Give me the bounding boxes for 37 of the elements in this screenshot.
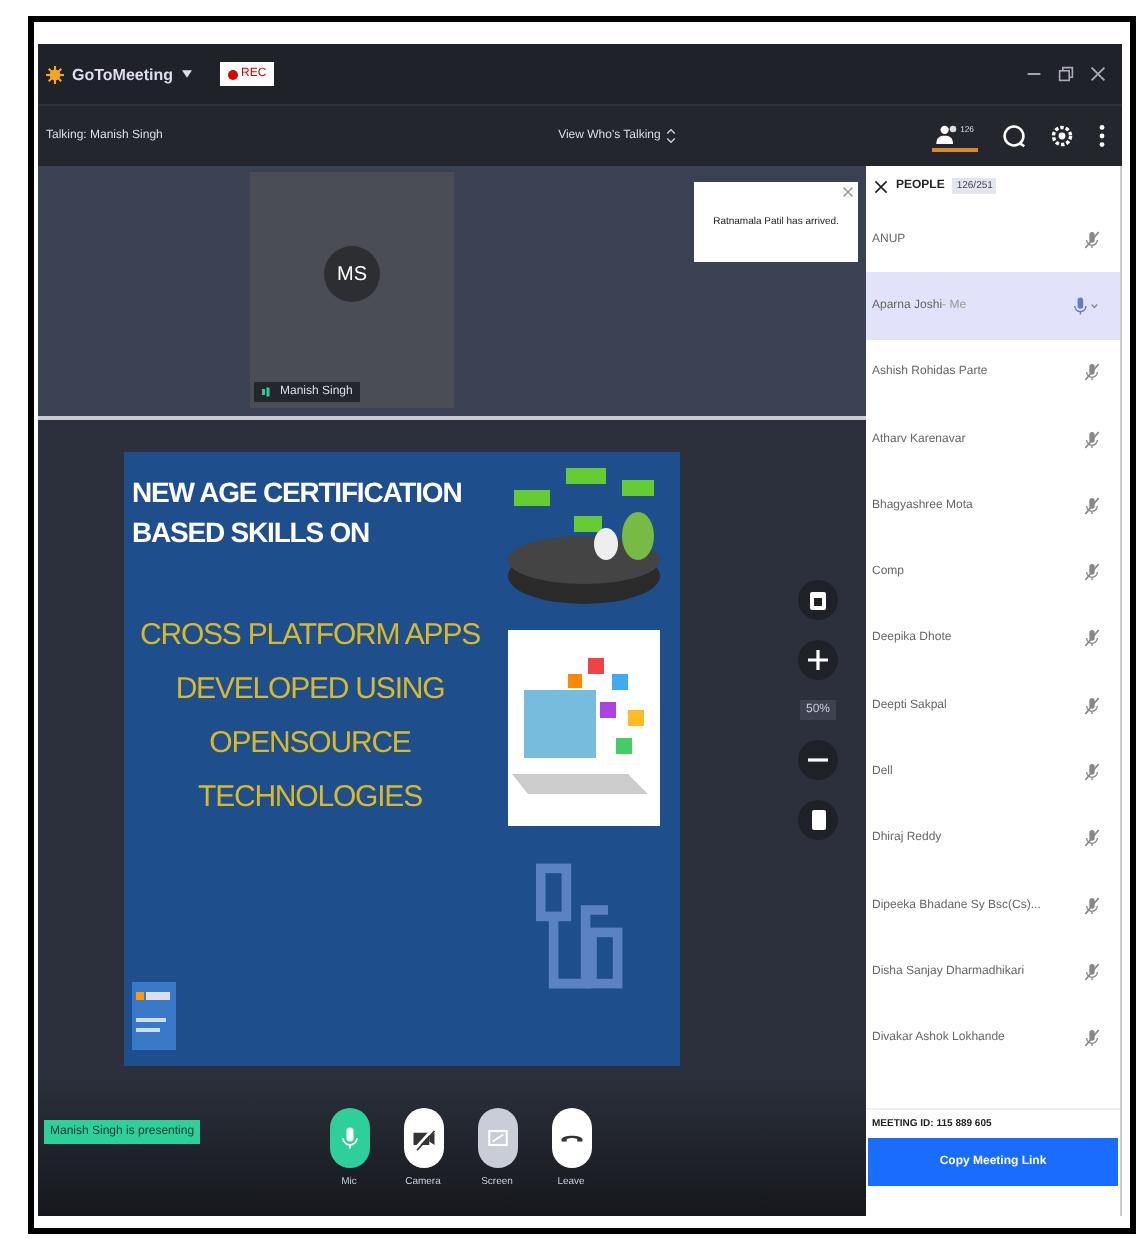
zoom-in-icon[interactable] bbox=[798, 640, 838, 680]
slide-body-text: CROSS PLATFORM APPS DEVELOPED USING OPENSOURCE TECHNOLOGIES bbox=[137, 616, 483, 818]
muted-mic-icon[interactable] bbox=[1084, 562, 1100, 583]
muted-mic-icon[interactable] bbox=[1084, 229, 1100, 250]
camera-icon[interactable] bbox=[798, 580, 838, 620]
mic-icon[interactable] bbox=[1072, 295, 1100, 316]
muted-mic-icon[interactable] bbox=[1084, 895, 1100, 916]
muted-mic-icon[interactable] bbox=[1084, 828, 1100, 849]
leave-button[interactable] bbox=[551, 1108, 591, 1168]
chat-icon[interactable] bbox=[1002, 124, 1026, 148]
sort-arrows-icon bbox=[666, 128, 677, 144]
caret-icon[interactable] bbox=[181, 70, 192, 78]
muted-mic-icon[interactable] bbox=[1084, 495, 1100, 516]
more-icon[interactable] bbox=[1098, 124, 1106, 148]
close-icon[interactable] bbox=[874, 179, 888, 193]
muted-mic-icon[interactable] bbox=[1084, 1028, 1100, 1049]
muted-mic-icon[interactable] bbox=[1084, 628, 1100, 649]
muted-mic-icon[interactable] bbox=[1084, 429, 1100, 450]
logo-icon bbox=[46, 65, 64, 83]
settings-icon[interactable] bbox=[1050, 124, 1074, 148]
avatar: MS bbox=[324, 246, 380, 302]
muted-mic-icon[interactable] bbox=[1084, 961, 1100, 982]
camera-button[interactable] bbox=[403, 1108, 443, 1168]
camera-off-icon bbox=[409, 1124, 437, 1152]
muted-mic-icon[interactable] bbox=[1084, 762, 1100, 783]
app-logo[interactable]: GoToMeeting bbox=[72, 65, 174, 83]
audio-level-icon bbox=[262, 386, 274, 398]
muted-mic-icon[interactable] bbox=[1084, 695, 1100, 716]
people-icon bbox=[936, 124, 961, 144]
zoom-out-icon[interactable] bbox=[798, 740, 838, 780]
mic-button[interactable] bbox=[329, 1108, 369, 1168]
close-icon[interactable] bbox=[1090, 66, 1106, 82]
muted-mic-icon[interactable] bbox=[1084, 362, 1100, 383]
slide-heading: NEW AGE CERTIFICATION BASED SKILLS ON bbox=[132, 474, 464, 552]
copy-icon[interactable] bbox=[798, 800, 838, 840]
screen-share-icon bbox=[483, 1124, 511, 1152]
restore-icon[interactable] bbox=[1058, 66, 1074, 82]
